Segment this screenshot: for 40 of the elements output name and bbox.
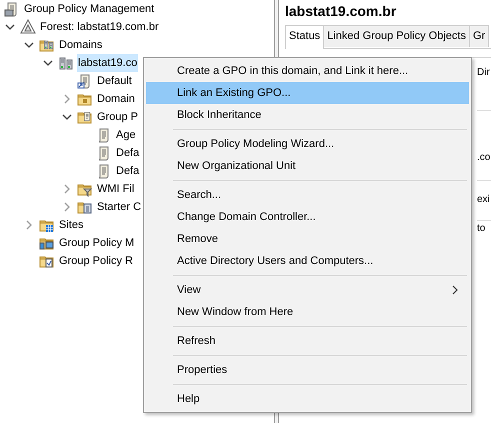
menu-item[interactable]: Remove <box>146 228 469 250</box>
tab[interactable]: Linked Group Policy Objects <box>323 25 470 47</box>
tab[interactable]: Gr <box>468 25 490 47</box>
menu-item[interactable]: New Window from Here <box>146 301 469 323</box>
menu-item[interactable]: Change Domain Controller... <box>146 206 469 228</box>
partial-text: exi <box>477 194 490 205</box>
tree-item[interactable]: Group Policy M <box>58 234 136 252</box>
menu-item[interactable]: Help <box>146 388 469 410</box>
menu-item[interactable]: New Organizational Unit <box>146 155 469 177</box>
pane-title: labstat19.com.br <box>285 2 398 21</box>
menu-item[interactable]: Refresh <box>146 330 469 352</box>
menu-item[interactable]: Block Inheritance <box>146 104 469 126</box>
tree-item[interactable]: Defa <box>115 162 140 180</box>
menu-item[interactable]: Create a GPO in this domain, and Link it here... <box>146 60 469 82</box>
triangle-icon <box>20 19 36 35</box>
tree-item[interactable]: Group Policy Management <box>23 0 156 18</box>
menu-item[interactable]: Properties <box>146 359 469 381</box>
menu-item[interactable]: Link an Existing GPO... <box>146 82 469 104</box>
partial-text: to <box>477 223 486 234</box>
tree-item[interactable]: labstat19.co <box>77 54 138 72</box>
menu-item[interactable]: View <box>146 279 469 301</box>
tree-item[interactable]: Defa <box>115 144 140 162</box>
partial-text: Dir <box>477 67 490 78</box>
tree-item[interactable]: Starter C <box>96 198 142 216</box>
tree-item[interactable]: Forest: labstat19.com.br <box>39 18 160 36</box>
server-icon <box>58 55 74 71</box>
menu-item[interactable]: Search... <box>146 184 469 206</box>
tree-item[interactable]: Domain <box>96 90 136 108</box>
tree-item[interactable]: Group P <box>96 108 139 126</box>
partial-text: .co <box>477 152 490 163</box>
tree-item[interactable]: Domains <box>58 36 104 54</box>
tree-item[interactable]: Default <box>96 72 133 90</box>
document-folder-icon <box>77 109 93 125</box>
tree-item[interactable]: Sites <box>58 216 84 234</box>
menu-item[interactable]: Active Directory Users and Computers... <box>146 250 469 272</box>
tree-item[interactable]: WMI Fil <box>96 180 136 198</box>
tab[interactable]: Status <box>285 25 324 49</box>
menu-item[interactable]: Group Policy Modeling Wizard... <box>146 133 469 155</box>
tree-item[interactable]: Group Policy R <box>58 252 134 270</box>
tree-item[interactable]: Age <box>115 126 137 144</box>
